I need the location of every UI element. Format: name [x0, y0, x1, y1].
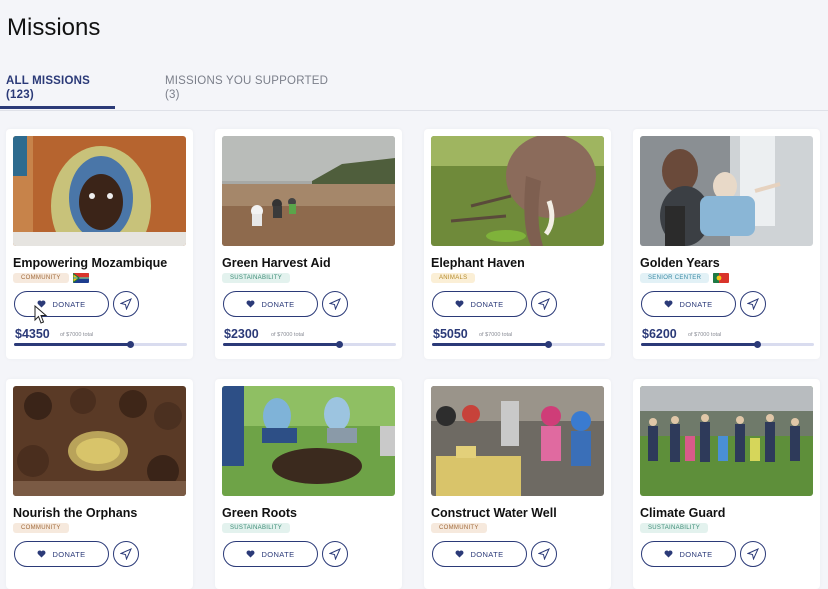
mission-photo[interactable] — [222, 386, 395, 496]
share-button[interactable] — [740, 541, 766, 567]
tab-all-missions[interactable]: ALL MISSIONS (123) — [0, 74, 115, 109]
mission-photo[interactable] — [222, 136, 395, 246]
donate-label: DONATE — [52, 549, 86, 559]
raised-amount: $4350 — [15, 327, 50, 341]
donate-button[interactable]: DONATE — [14, 541, 109, 567]
tab-all-missions-count: (123) — [6, 89, 34, 101]
tab-missions-supported[interactable]: MISSIONS YOU SUPPORTED (3) — [165, 74, 328, 102]
mission-card[interactable]: Green Harvest Aid SUSTAINABILITY DONATE … — [215, 129, 402, 359]
category-badge: COMMUNITY — [13, 273, 69, 283]
mission-card[interactable]: Elephant Haven ANIMALS DONATE $5050 of $… — [424, 129, 611, 359]
category-badge: SUSTAINABILITY — [222, 523, 291, 533]
send-icon — [538, 548, 550, 560]
mission-name: Elephant Haven — [431, 256, 525, 270]
mission-card[interactable]: Climate Guard SUSTAINABILITY DONATE — [633, 379, 820, 589]
donate-label: DONATE — [261, 549, 295, 559]
send-icon — [329, 298, 341, 310]
share-button[interactable] — [531, 541, 557, 567]
goal-total: of $7000 total — [688, 332, 722, 338]
progress-bar — [14, 341, 187, 348]
tab-all-missions-label: ALL MISSIONS — [6, 75, 90, 87]
send-icon — [538, 298, 550, 310]
share-button[interactable] — [322, 291, 348, 317]
donate-button[interactable]: DONATE — [432, 291, 527, 317]
goal-total: of $7000 total — [271, 332, 305, 338]
share-button[interactable] — [740, 291, 766, 317]
mission-card[interactable]: Green Roots SUSTAINABILITY DONATE — [215, 379, 402, 589]
cursor-icon — [34, 305, 48, 324]
mission-name: Climate Guard — [640, 506, 726, 520]
raised-amount: $6200 — [642, 327, 677, 341]
heart-icon — [455, 550, 464, 558]
category-badge: SUSTAINABILITY — [222, 273, 291, 283]
goal-total: of $7000 total — [60, 332, 94, 338]
mission-name: Nourish the Orphans — [13, 506, 138, 520]
mission-photo[interactable] — [13, 136, 186, 246]
mission-name: Green Harvest Aid — [222, 256, 331, 270]
send-icon — [120, 548, 132, 560]
mission-photo[interactable] — [640, 386, 813, 496]
heart-icon — [664, 550, 673, 558]
mission-name: Golden Years — [640, 256, 720, 270]
donate-button[interactable]: DONATE — [641, 291, 736, 317]
send-icon — [747, 298, 759, 310]
category-badge: COMMUNITY — [431, 523, 487, 533]
donate-button[interactable]: DONATE — [641, 541, 736, 567]
category-badge: ANIMALS — [431, 273, 476, 283]
progress-bar — [223, 341, 396, 348]
mission-photo[interactable] — [640, 136, 813, 246]
mission-photo[interactable] — [431, 386, 604, 496]
donate-label: DONATE — [470, 549, 504, 559]
donate-label: DONATE — [261, 299, 295, 309]
donate-label: DONATE — [52, 299, 86, 309]
mission-card[interactable]: Empowering Mozambique COMMUNITY DONATE $… — [6, 129, 193, 359]
mission-name: Green Roots — [222, 506, 298, 520]
share-button[interactable] — [113, 541, 139, 567]
heart-icon — [246, 550, 255, 558]
donate-label: DONATE — [679, 549, 713, 559]
page-title: Missions — [7, 14, 101, 41]
mission-card[interactable]: Nourish the Orphans COMMUNITY DONATE — [6, 379, 193, 589]
south-africa-flag-icon — [72, 273, 89, 283]
share-button[interactable] — [113, 291, 139, 317]
donate-button[interactable]: DONATE — [223, 541, 318, 567]
progress-bar — [641, 341, 814, 348]
raised-amount: $5050 — [433, 327, 468, 341]
mission-tabs: ALL MISSIONS (123) MISSIONS YOU SUPPORTE… — [0, 74, 828, 111]
mission-photo[interactable] — [13, 386, 186, 496]
mission-card[interactable]: Golden Years SENIOR CENTER DONATE $6200 … — [633, 129, 820, 359]
heart-icon — [455, 300, 464, 308]
portugal-flag-icon — [713, 273, 730, 283]
category-badge: SENIOR CENTER — [640, 273, 710, 283]
heart-icon — [37, 550, 46, 558]
heart-icon — [664, 300, 673, 308]
category-badge: SUSTAINABILITY — [640, 523, 709, 533]
send-icon — [120, 298, 132, 310]
share-button[interactable] — [531, 291, 557, 317]
donate-button[interactable]: DONATE — [14, 291, 109, 317]
donate-button[interactable]: DONATE — [432, 541, 527, 567]
send-icon — [747, 548, 759, 560]
mission-name: Empowering Mozambique — [13, 256, 168, 270]
donate-button[interactable]: DONATE — [223, 291, 318, 317]
raised-amount: $2300 — [224, 327, 259, 341]
donate-label: DONATE — [470, 299, 504, 309]
category-badge: COMMUNITY — [13, 523, 69, 533]
share-button[interactable] — [322, 541, 348, 567]
tab-missions-supported-count: (3) — [165, 89, 180, 101]
donate-label: DONATE — [679, 299, 713, 309]
mission-card[interactable]: Construct Water Well COMMUNITY DONATE — [424, 379, 611, 589]
goal-total: of $7000 total — [479, 332, 513, 338]
mission-name: Construct Water Well — [431, 506, 557, 520]
tab-missions-supported-label: MISSIONS YOU SUPPORTED — [165, 75, 329, 87]
progress-bar — [432, 341, 605, 348]
mission-photo[interactable] — [431, 136, 604, 246]
send-icon — [329, 548, 341, 560]
heart-icon — [246, 300, 255, 308]
